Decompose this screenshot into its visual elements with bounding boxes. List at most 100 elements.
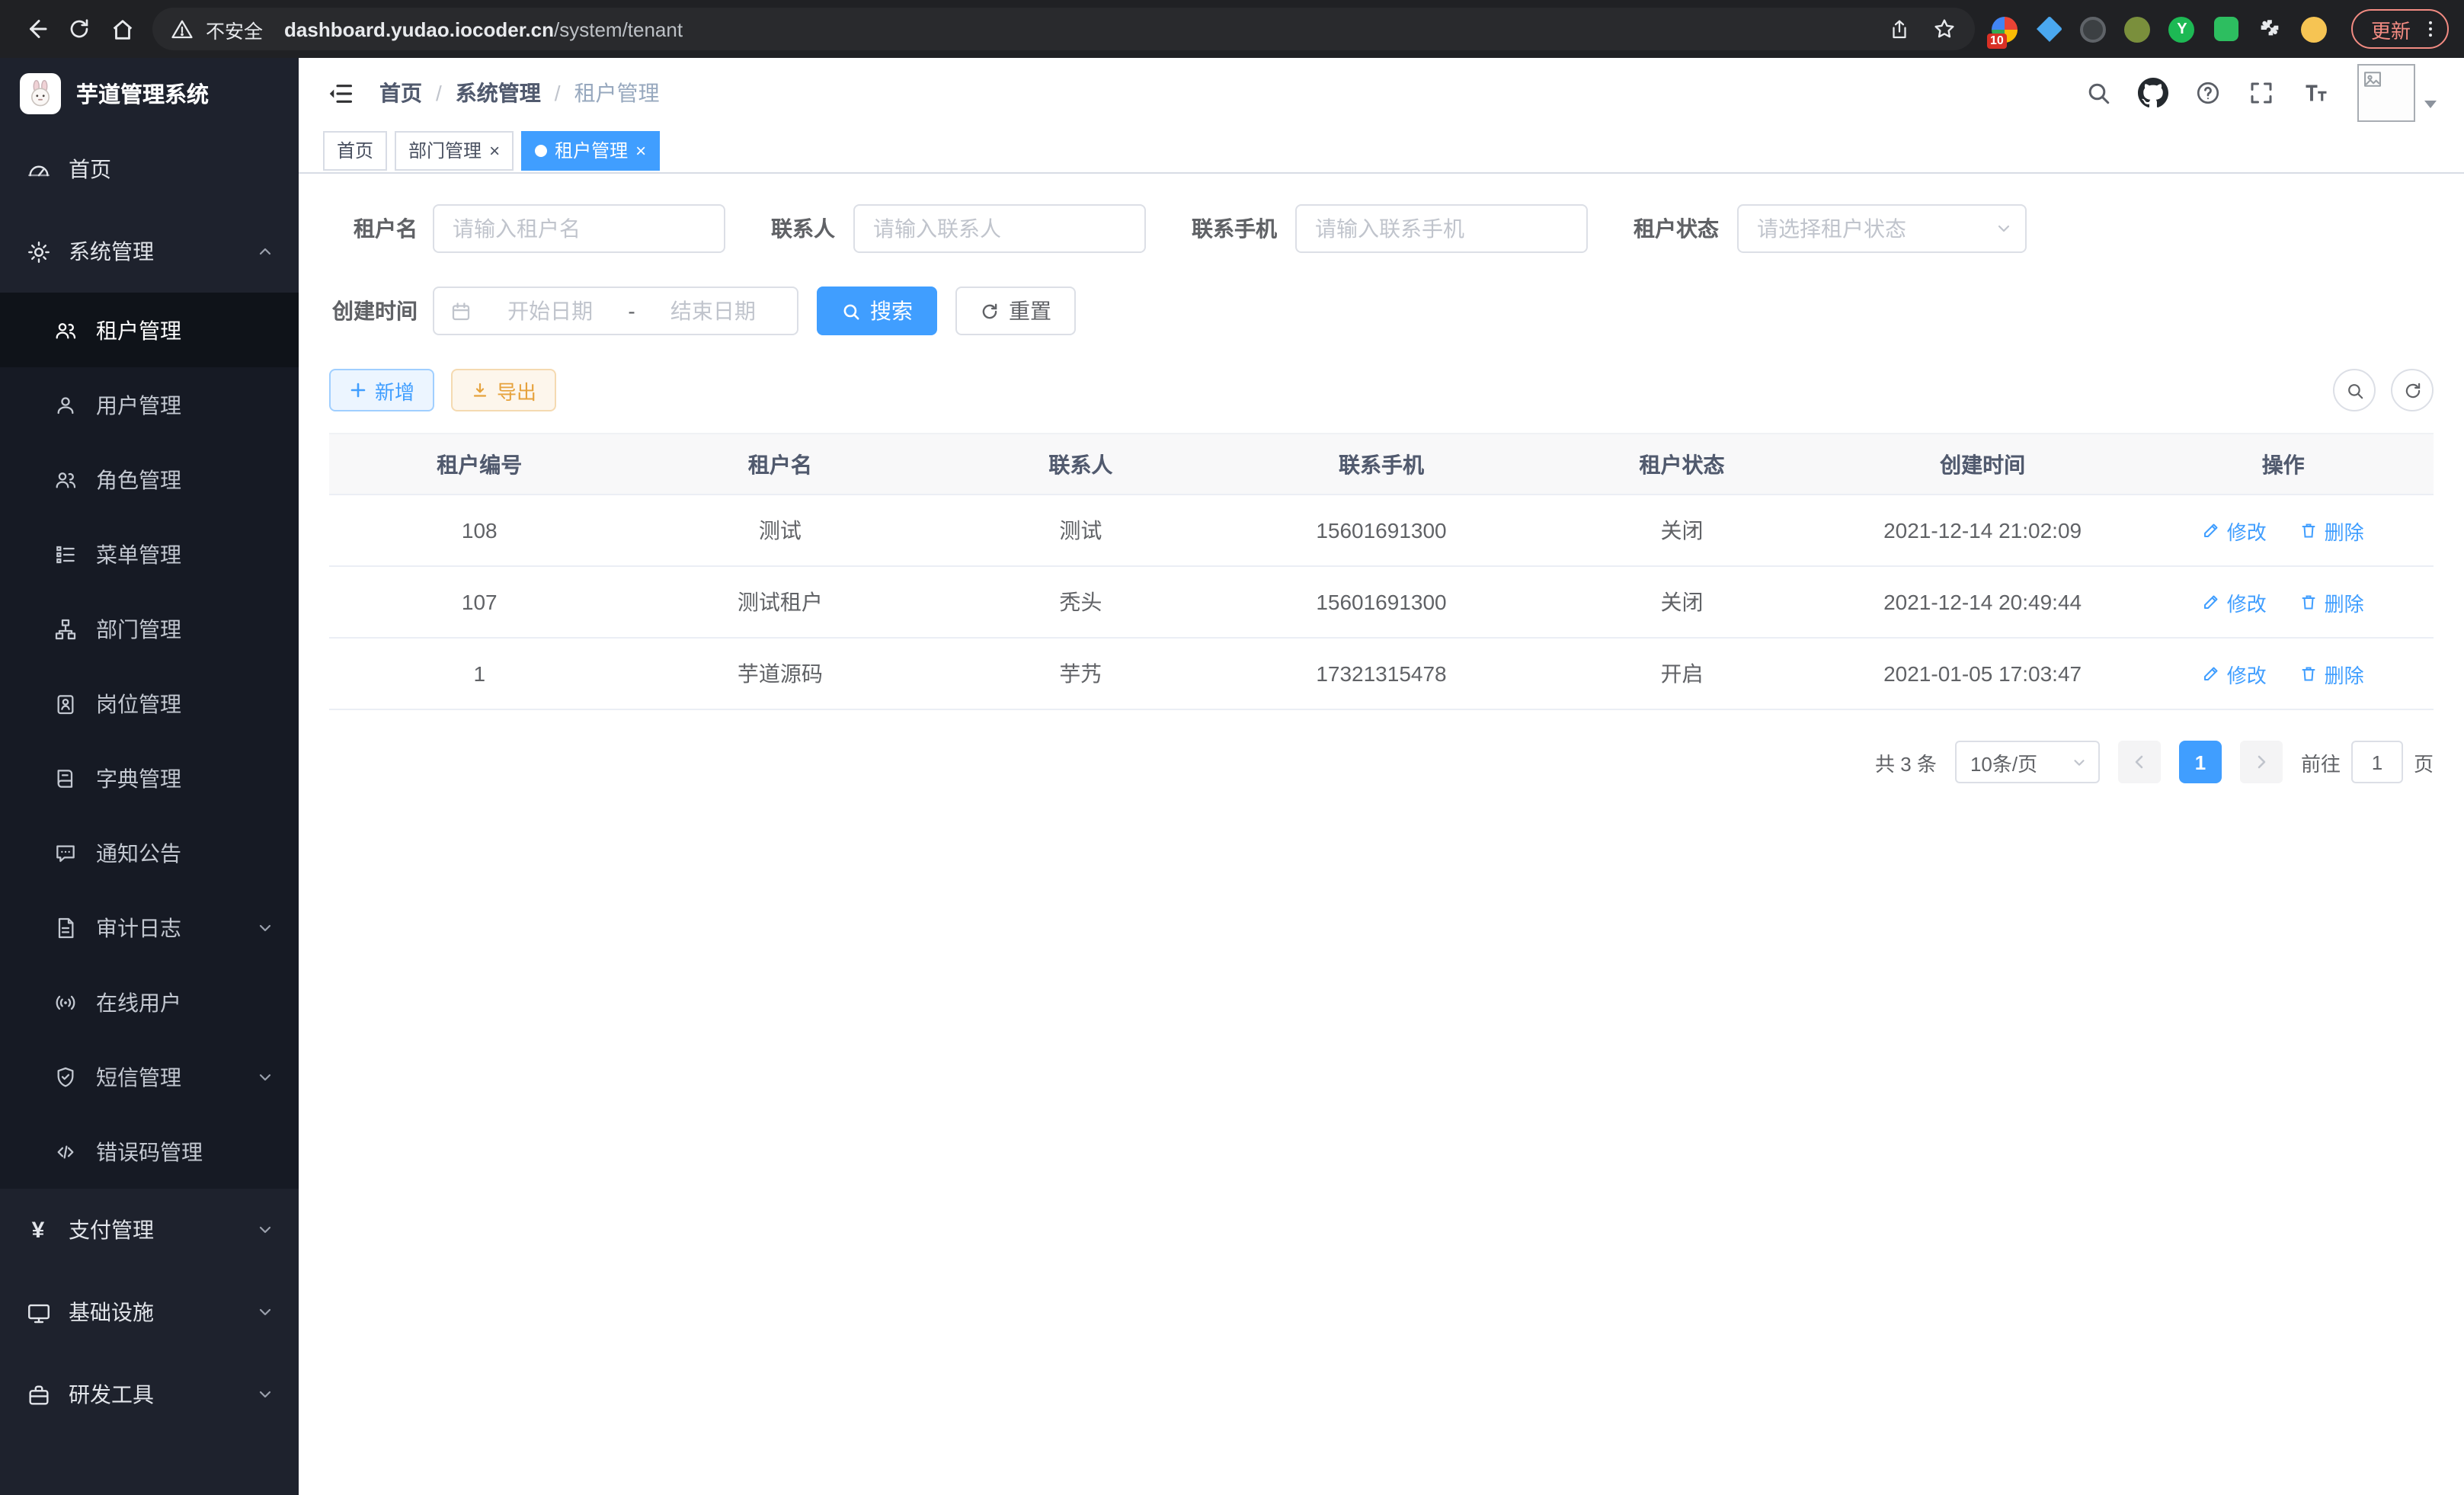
tab-dept[interactable]: 部门管理 × bbox=[395, 130, 514, 170]
home-button[interactable] bbox=[101, 8, 143, 50]
edit-link[interactable]: 修改 bbox=[2203, 587, 2267, 616]
table-toolbar: 新增 导出 bbox=[329, 369, 2434, 411]
close-icon[interactable]: × bbox=[635, 141, 646, 159]
add-button[interactable]: 新增 bbox=[329, 369, 434, 411]
contact-label: 联系人 bbox=[771, 213, 835, 244]
close-icon[interactable]: × bbox=[489, 141, 500, 159]
app-logo-row[interactable]: 芋道管理系统 bbox=[0, 58, 299, 128]
cell-contact: 测试 bbox=[930, 495, 1231, 566]
page-size-select[interactable]: 10条/页 bbox=[1955, 741, 2100, 783]
sidebar-item-dept[interactable]: 部门管理 bbox=[0, 591, 299, 666]
sidebar-item-error-code[interactable]: 错误码管理 bbox=[0, 1114, 299, 1189]
share-icon[interactable] bbox=[1888, 18, 1911, 40]
sidebar-item-label: 用户管理 bbox=[96, 389, 181, 420]
sidebar-item-label: 首页 bbox=[69, 154, 111, 184]
breadcrumb: 首页 / 系统管理 / 租户管理 bbox=[379, 78, 660, 108]
delete-link[interactable]: 删除 bbox=[2300, 516, 2364, 545]
sidebar-item-online-users[interactable]: 在线用户 bbox=[0, 965, 299, 1039]
breadcrumb-separator: / bbox=[555, 81, 561, 105]
font-size-icon[interactable] bbox=[2301, 79, 2331, 107]
document-icon bbox=[52, 915, 79, 940]
page-number-1[interactable]: 1 bbox=[2179, 741, 2222, 783]
col-status: 租户状态 bbox=[1531, 434, 1832, 495]
fullscreen-icon[interactable] bbox=[2248, 79, 2275, 107]
cell-id: 108 bbox=[329, 495, 630, 566]
sidebar-group-devtools[interactable]: 研发工具 bbox=[0, 1353, 299, 1436]
adblock-extension-icon[interactable]: 10 bbox=[1990, 14, 2021, 44]
date-range-picker[interactable]: 开始日期 - 结束日期 bbox=[433, 287, 798, 335]
sidebar-fold-button[interactable] bbox=[326, 78, 355, 107]
security-label[interactable]: 不安全 bbox=[206, 14, 263, 43]
github-icon[interactable] bbox=[2138, 78, 2168, 108]
sidebar-item-user[interactable]: 用户管理 bbox=[0, 367, 299, 442]
sidebar-item-menu[interactable]: 菜单管理 bbox=[0, 517, 299, 591]
delete-link[interactable]: 删除 bbox=[2300, 659, 2364, 688]
help-icon[interactable] bbox=[2194, 79, 2222, 107]
edit-label: 修改 bbox=[2227, 516, 2267, 545]
browser-update-button[interactable]: 更新 bbox=[2351, 9, 2449, 49]
cell-phone: 15601691300 bbox=[1231, 566, 1532, 638]
tenant-name-input[interactable] bbox=[433, 204, 725, 253]
green-square-extension-icon[interactable] bbox=[2211, 14, 2242, 44]
delete-link[interactable]: 删除 bbox=[2300, 587, 2364, 616]
comment-icon bbox=[52, 840, 79, 865]
toggle-search-button[interactable] bbox=[2333, 369, 2376, 411]
address-bar[interactable]: 不安全 dashboard.yudao.iocoder.cn/system/te… bbox=[152, 8, 1975, 50]
sidebar-item-post[interactable]: 岗位管理 bbox=[0, 666, 299, 741]
dark-extension-icon[interactable] bbox=[2078, 14, 2109, 44]
user-avatar-menu[interactable] bbox=[2357, 64, 2437, 122]
sidebar-group-infra[interactable]: 基础设施 bbox=[0, 1271, 299, 1353]
tab-tenant[interactable]: 租户管理 × bbox=[521, 130, 660, 170]
search-icon[interactable] bbox=[2085, 79, 2112, 107]
sidebar-item-tenant[interactable]: 租户管理 bbox=[0, 293, 299, 367]
status-select[interactable] bbox=[1737, 204, 2027, 253]
col-phone: 联系手机 bbox=[1231, 434, 1532, 495]
sidebar-item-home[interactable]: 首页 bbox=[0, 128, 299, 210]
sidebar-group-system[interactable]: 系统管理 bbox=[0, 210, 299, 293]
blue-extension-icon[interactable] bbox=[2034, 14, 2065, 44]
phone-input[interactable] bbox=[1295, 204, 1588, 253]
extensions-puzzle-icon[interactable] bbox=[2255, 14, 2286, 44]
goto-page-input[interactable] bbox=[2351, 741, 2403, 783]
back-button[interactable] bbox=[15, 8, 58, 50]
plus-icon bbox=[349, 381, 367, 399]
search-icon bbox=[841, 301, 861, 321]
next-page-button[interactable] bbox=[2240, 741, 2283, 783]
cell-contact: 秃头 bbox=[930, 566, 1231, 638]
prev-page-button[interactable] bbox=[2118, 741, 2161, 783]
refresh-icon bbox=[2402, 380, 2422, 400]
edit-link[interactable]: 修改 bbox=[2203, 659, 2267, 688]
edit-link[interactable]: 修改 bbox=[2203, 516, 2267, 545]
refresh-table-button[interactable] bbox=[2391, 369, 2434, 411]
chevron-down-icon bbox=[256, 1221, 274, 1239]
export-button[interactable]: 导出 bbox=[451, 369, 556, 411]
reset-button[interactable]: 重置 bbox=[955, 287, 1076, 335]
arrow-left-icon bbox=[23, 15, 50, 43]
profile-avatar-icon[interactable] bbox=[2299, 14, 2330, 44]
breadcrumb-system[interactable]: 系统管理 bbox=[456, 78, 541, 108]
olive-extension-icon[interactable] bbox=[2123, 14, 2153, 44]
add-button-label: 新增 bbox=[375, 376, 414, 405]
kebab-menu-icon[interactable] bbox=[2420, 18, 2441, 40]
sidebar-item-dict[interactable]: 字典管理 bbox=[0, 741, 299, 815]
sidebar-item-role[interactable]: 角色管理 bbox=[0, 442, 299, 517]
refresh-button[interactable] bbox=[58, 8, 101, 50]
sidebar-item-label: 租户管理 bbox=[96, 315, 181, 345]
sidebar-item-notice[interactable]: 通知公告 bbox=[0, 815, 299, 890]
yen-icon: ¥ bbox=[24, 1217, 52, 1243]
tab-home[interactable]: 首页 bbox=[323, 130, 387, 170]
sidebar-group-label: 研发工具 bbox=[69, 1379, 154, 1410]
sidebar-group-sms[interactable]: 短信管理 bbox=[0, 1039, 299, 1114]
calendar-icon bbox=[450, 299, 472, 322]
sidebar-group-payment[interactable]: ¥ 支付管理 bbox=[0, 1189, 299, 1271]
col-tenant-name: 租户名 bbox=[630, 434, 931, 495]
search-button[interactable]: 搜索 bbox=[817, 287, 937, 335]
sidebar-group-audit-log[interactable]: 审计日志 bbox=[0, 890, 299, 965]
breadcrumb-home[interactable]: 首页 bbox=[379, 78, 422, 108]
update-label: 更新 bbox=[2371, 14, 2411, 43]
bookmark-star-icon[interactable] bbox=[1932, 17, 1957, 41]
contact-input[interactable] bbox=[853, 204, 1146, 253]
cell-name: 测试租户 bbox=[630, 566, 931, 638]
search-button-label: 搜索 bbox=[870, 296, 913, 326]
green-circle-extension-icon[interactable]: Y bbox=[2167, 14, 2197, 44]
